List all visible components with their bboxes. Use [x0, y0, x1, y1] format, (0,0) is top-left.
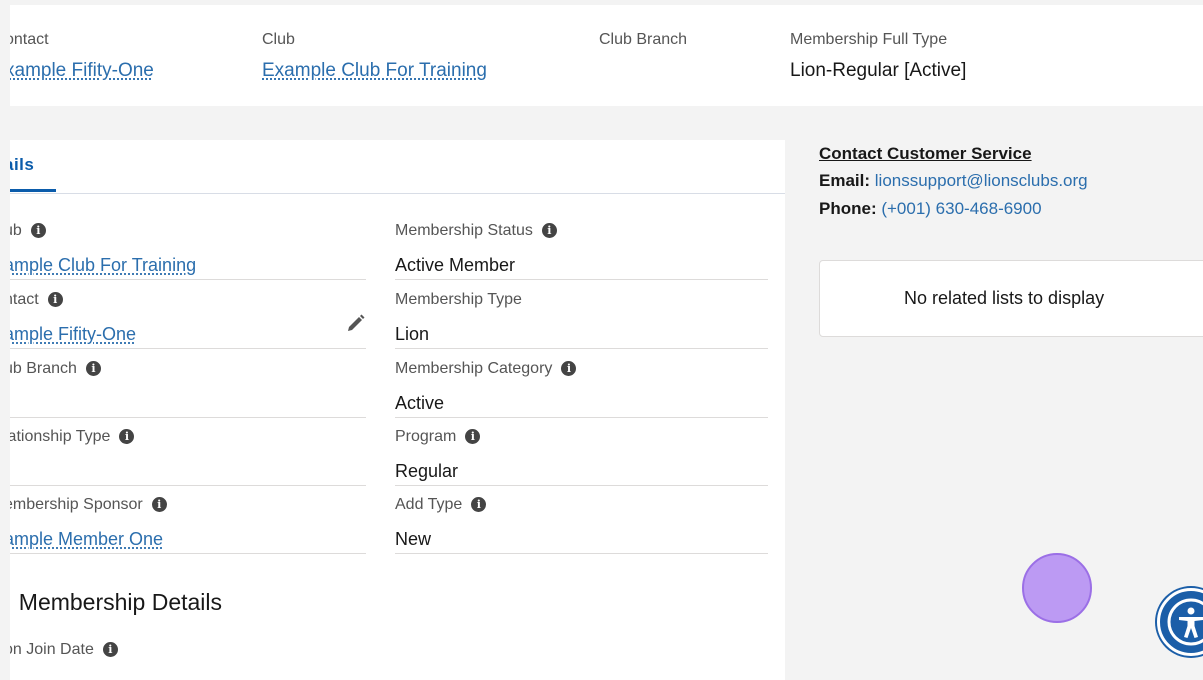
field-label: ntacti	[10, 290, 63, 310]
field-label: Program i	[395, 427, 481, 447]
contact-customer-service-heading[interactable]: Contact Customer Service	[819, 144, 1032, 164]
field-membership-category: Membership Category i Active	[395, 349, 768, 418]
highlight-membership-full-type: Membership Full Type Lion-Regular [Activ…	[790, 30, 966, 83]
info-icon[interactable]: i	[47, 292, 63, 307]
field-join-date: on Join Date i	[10, 630, 366, 680]
accessibility-icon	[1167, 598, 1203, 646]
related-lists-card: No related lists to display	[819, 260, 1203, 337]
field-club: ubi ample Club For Training	[10, 211, 366, 280]
field-membership-status-value: Active Member	[395, 255, 516, 275]
field-label: embership Sponsor i	[10, 495, 167, 515]
field-membership-type-value: Lion	[395, 324, 430, 344]
email-label: Email:	[819, 171, 871, 190]
field-contact-link[interactable]: ample Fifity-One	[10, 323, 136, 345]
details-panel: ails ubi ample Club For Training ntacti …	[10, 140, 785, 680]
field-contact: ntacti ample Fifity-One	[10, 280, 366, 349]
highlight-full-type-label: Membership Full Type	[790, 31, 948, 48]
field-label: Membership Category i	[395, 359, 577, 379]
info-icon[interactable]: i	[151, 497, 167, 512]
highlight-club-branch: Club Branch	[599, 30, 687, 50]
field-membership-category-value: Active	[395, 393, 445, 413]
field-membership-type: Membership Type Lion	[395, 280, 768, 349]
field-membership-sponsor: embership Sponsor i ample Member One	[10, 485, 366, 554]
highlight-club-link[interactable]: Example Club For Training	[262, 59, 487, 83]
highlight-club-label: Club	[262, 31, 295, 48]
info-icon[interactable]: i	[561, 361, 577, 376]
info-icon[interactable]: i	[465, 429, 481, 444]
highlight-full-type-value: Lion-Regular [Active]	[790, 60, 967, 81]
field-label: on Join Date i	[10, 640, 118, 660]
support-email: Email: lionssupport@lionsclubs.org	[819, 171, 1088, 191]
pencil-icon[interactable]	[344, 313, 366, 335]
field-label: ub Branch i	[10, 359, 101, 379]
cursor-marker	[1022, 553, 1092, 623]
field-add-type-value: New	[395, 529, 432, 549]
field-program-value: Regular	[395, 461, 459, 481]
field-label: ubi	[10, 221, 46, 241]
field-add-type: Add Type i New	[395, 485, 768, 554]
info-icon[interactable]: i	[471, 497, 487, 512]
phone-link[interactable]: (+001) 630-468-6900	[881, 199, 1041, 218]
email-link[interactable]: lionssupport@lionsclubs.org	[875, 171, 1088, 190]
related-empty-message: No related lists to display	[904, 288, 1105, 308]
field-label: lationship Type i	[10, 427, 135, 447]
tab-active-indicator	[10, 189, 56, 192]
info-icon[interactable]: i	[102, 642, 118, 657]
field-label: Membership Type	[395, 291, 522, 308]
phone-label: Phone:	[819, 199, 877, 218]
info-icon[interactable]: i	[30, 223, 46, 238]
support-phone: Phone: (+001) 630-468-6900	[819, 199, 1042, 219]
field-club-link[interactable]: ample Club For Training	[10, 254, 196, 276]
highlight-contact-label: ontact	[10, 31, 49, 48]
field-membership-status: Membership Status i Active Member	[395, 211, 768, 280]
info-icon[interactable]: i	[541, 223, 557, 238]
accessibility-button[interactable]	[1157, 588, 1203, 656]
tab-bar: ails	[10, 140, 785, 194]
field-relationship-type: lationship Type i	[10, 417, 366, 486]
highlight-club-branch-label: Club Branch	[599, 31, 688, 48]
field-club-branch: ub Branch i	[10, 349, 366, 418]
section-title-membership-details[interactable]: Membership Details	[10, 589, 222, 616]
info-icon[interactable]: i	[119, 429, 135, 444]
highlight-contact-link[interactable]: xample Fifity-One	[10, 59, 154, 83]
info-icon[interactable]: i	[85, 361, 101, 376]
field-label: Add Type i	[395, 495, 487, 515]
field-membership-sponsor-link[interactable]: ample Member One	[10, 528, 163, 550]
highlight-contact: ontact xample Fifity-One	[10, 30, 154, 83]
field-label: Membership Status i	[395, 221, 557, 241]
record-highlights: ontact xample Fifity-One Club Example Cl…	[10, 5, 1203, 106]
highlight-club: Club Example Club For Training	[262, 30, 487, 83]
tab-details[interactable]: ails	[10, 155, 34, 175]
field-program: Program i Regular	[395, 417, 768, 486]
